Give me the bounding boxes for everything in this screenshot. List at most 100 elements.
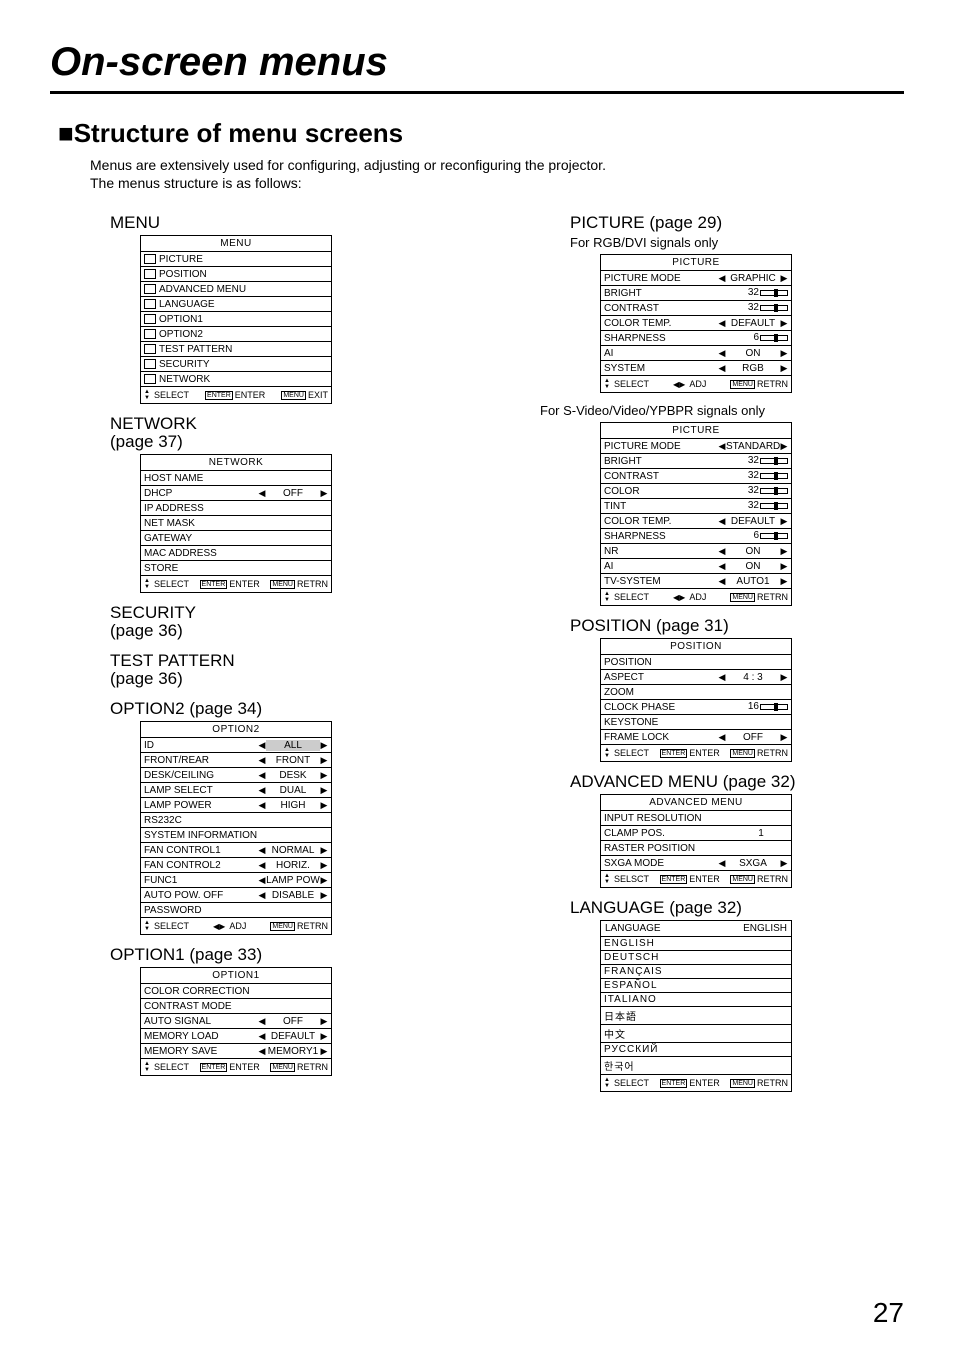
menu-row: NR◀ON▶ — [601, 543, 791, 558]
osd-menu: MENU PICTUREPOSITIONADVANCED MENULANGUAG… — [140, 235, 332, 404]
language-item: ITALIANO — [601, 992, 791, 1006]
intro-line-1: Menus are extensively used for configuri… — [90, 157, 904, 173]
language-item: ESPAÑOL — [601, 978, 791, 992]
menu-row: SHARPNESS6 — [601, 330, 791, 345]
menu-row: GATEWAY — [141, 530, 331, 545]
language-item: РУССКИЙ — [601, 1042, 791, 1056]
language-item: 中文 — [601, 1024, 791, 1042]
menu-row: ID◀ALL▶ — [141, 737, 331, 752]
menu-item: NETWORK — [141, 371, 331, 386]
menu-row: PASSWORD — [141, 902, 331, 917]
menu-row: SYSTEM◀RGB▶ — [601, 360, 791, 375]
menu-row: POSITION — [601, 654, 791, 669]
menu-row: RASTER POSITION — [601, 840, 791, 855]
menu-row: DHCP◀OFF▶ — [141, 485, 331, 500]
menu-item: OPTION1 — [141, 311, 331, 326]
label-testpattern-page: (page 36) — [110, 669, 410, 689]
label-language: LANGUAGE (page 32) — [570, 898, 910, 918]
osd-language: LANGUAGE ENGLISH ENGLISHDEUTSCHFRANÇAISE… — [600, 920, 792, 1092]
menu-row: SXGA MODE◀SXGA▶ — [601, 855, 791, 870]
label-option1: OPTION1 (page 33) — [110, 945, 410, 965]
osd-option1: OPTION1 COLOR CORRECTIONCONTRAST MODEAUT… — [140, 967, 332, 1076]
menu-item: LANGUAGE — [141, 296, 331, 311]
menu-row: AUTO POW. OFF◀DISABLE▶ — [141, 887, 331, 902]
menu-row: MEMORY SAVE◀MEMORY1▶ — [141, 1043, 331, 1058]
menu-row: AI◀ON▶ — [601, 345, 791, 360]
osd-option2: OPTION2 ID◀ALL▶FRONT/REAR◀FRONT▶DESK/CEI… — [140, 721, 332, 935]
language-item: DEUTSCH — [601, 950, 791, 964]
menu-row: STORE — [141, 560, 331, 575]
label-network: NETWORK — [110, 414, 410, 434]
menu-row: AI◀ON▶ — [601, 558, 791, 573]
osd-advanced: ADVANCED MENU INPUT RESOLUTIONCLAMP POS.… — [600, 794, 792, 888]
menu-item: OPTION2 — [141, 326, 331, 341]
label-picture-svideo: For S-Video/Video/YPBPR signals only — [540, 403, 910, 418]
menu-row: DESK/CEILING◀DESK▶ — [141, 767, 331, 782]
osd-picture-svideo: PICTURE PICTURE MODE◀STANDARD▶BRIGHT32 C… — [600, 422, 792, 606]
menu-item: PICTURE — [141, 251, 331, 266]
menu-row: CLOCK PHASE16 — [601, 699, 791, 714]
menu-row: COLOR32 — [601, 483, 791, 498]
menu-row: FRAME LOCK◀OFF▶ — [601, 729, 791, 744]
label-menu: MENU — [110, 213, 410, 233]
menu-row: HOST NAME — [141, 470, 331, 485]
menu-row: KEYSTONE — [601, 714, 791, 729]
menu-row: CONTRAST32 — [601, 300, 791, 315]
menu-row: FUNC1◀LAMP POW▶ — [141, 872, 331, 887]
label-picture: PICTURE (page 29) — [570, 213, 910, 233]
menu-row: IP ADDRESS — [141, 500, 331, 515]
menu-row: COLOR TEMP.◀DEFAULT▶ — [601, 315, 791, 330]
menu-row: CLAMP POS.1 — [601, 825, 791, 840]
intro-line-2: The menus structure is as follows: — [90, 175, 904, 191]
language-item: ENGLISH — [601, 936, 791, 950]
label-picture-rgb: For RGB/DVI signals only — [570, 235, 910, 250]
osd-footer: SELECT ENTERENTER MENUEXIT — [141, 386, 331, 403]
menu-item: POSITION — [141, 266, 331, 281]
language-item: 한국어 — [601, 1056, 791, 1074]
menu-row: TINT32 — [601, 498, 791, 513]
menu-row: COLOR TEMP.◀DEFAULT▶ — [601, 513, 791, 528]
menu-row: CONTRAST32 — [601, 468, 791, 483]
menu-row: TV-SYSTEM◀AUTO1▶ — [601, 573, 791, 588]
menu-row: FAN CONTROL2◀HORIZ.▶ — [141, 857, 331, 872]
label-testpattern: TEST PATTERN — [110, 651, 410, 671]
menu-row: LAMP SELECT◀DUAL▶ — [141, 782, 331, 797]
language-item: 日本語 — [601, 1006, 791, 1024]
menu-row: SYSTEM INFORMATION — [141, 827, 331, 842]
menu-item: TEST PATTERN — [141, 341, 331, 356]
language-item: FRANÇAIS — [601, 964, 791, 978]
page-number: 27 — [873, 1297, 904, 1329]
osd-picture-rgb: PICTURE PICTURE MODE◀GRAPHIC▶BRIGHT32 CO… — [600, 254, 792, 393]
menu-row: COLOR CORRECTION — [141, 983, 331, 998]
label-position: POSITION (page 31) — [570, 616, 910, 636]
label-network-page: (page 37) — [110, 432, 410, 452]
menu-row: NET MASK — [141, 515, 331, 530]
menu-row: RS232C — [141, 812, 331, 827]
menu-row: PICTURE MODE◀GRAPHIC▶ — [601, 270, 791, 285]
page-title: On-screen menus — [50, 40, 904, 94]
menu-row: FRONT/REAR◀FRONT▶ — [141, 752, 331, 767]
section-title: ■Structure of menu screens — [58, 118, 904, 149]
menu-row: SHARPNESS6 — [601, 528, 791, 543]
menu-row: INPUT RESOLUTION — [601, 810, 791, 825]
label-option2: OPTION2 (page 34) — [110, 699, 410, 719]
label-security-page: (page 36) — [110, 621, 410, 641]
menu-row: BRIGHT32 — [601, 285, 791, 300]
label-advanced: ADVANCED MENU (page 32) — [570, 772, 910, 792]
menu-row: ASPECT◀4 : 3▶ — [601, 669, 791, 684]
menu-row: LAMP POWER◀HIGH▶ — [141, 797, 331, 812]
menu-row: ZOOM — [601, 684, 791, 699]
label-security: SECURITY — [110, 603, 410, 623]
osd-menu-title: MENU — [141, 236, 331, 251]
menu-row: PICTURE MODE◀STANDARD▶ — [601, 438, 791, 453]
menu-row: BRIGHT32 — [601, 453, 791, 468]
menu-row: FAN CONTROL1◀NORMAL▶ — [141, 842, 331, 857]
menu-item: SECURITY — [141, 356, 331, 371]
menu-row: CONTRAST MODE — [141, 998, 331, 1013]
osd-position: POSITION POSITIONASPECT◀4 : 3▶ZOOMCLOCK … — [600, 638, 792, 762]
menu-row: MAC ADDRESS — [141, 545, 331, 560]
menu-row: AUTO SIGNAL◀OFF▶ — [141, 1013, 331, 1028]
menu-item: ADVANCED MENU — [141, 281, 331, 296]
menu-row: MEMORY LOAD◀DEFAULT▶ — [141, 1028, 331, 1043]
osd-network: NETWORK HOST NAMEDHCP◀OFF▶IP ADDRESSNET … — [140, 454, 332, 593]
